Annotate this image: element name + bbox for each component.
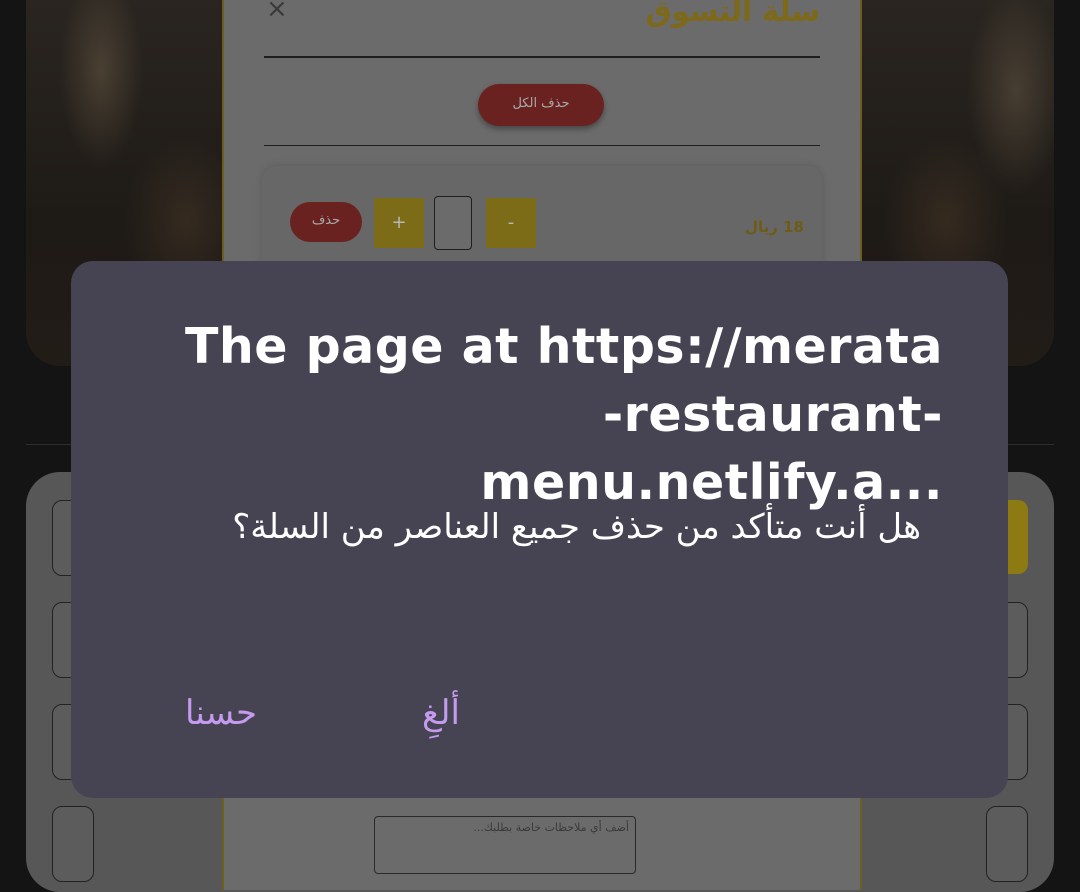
dialog-title-line-1: The page at https://merata [184, 318, 943, 375]
cart-divider [264, 56, 820, 58]
quantity-input[interactable] [434, 196, 472, 250]
clear-all-button[interactable]: حذف الكل [478, 84, 604, 126]
notes-placeholder: أضف أي ملاحظات خاصة بطلبك... [473, 821, 629, 834]
form-field[interactable] [986, 806, 1028, 882]
cancel-button[interactable]: ألغِ [401, 685, 481, 741]
dialog-title: The page at https://merata -restaurant-m… [167, 313, 943, 517]
cart-divider [264, 145, 820, 146]
item-price: 18 ريال [744, 218, 804, 236]
increase-quantity-button[interactable]: + [374, 198, 424, 248]
form-field[interactable] [52, 806, 94, 882]
confirm-dialog: The page at https://merata -restaurant-m… [71, 261, 1008, 798]
order-notes-textarea[interactable]: أضف أي ملاحظات خاصة بطلبك... [374, 816, 636, 874]
ok-button[interactable]: حسنا [173, 685, 269, 741]
cart-title: سلة التسوق [645, 0, 820, 28]
delete-item-button[interactable]: حذف [290, 202, 362, 242]
close-icon[interactable]: × [266, 0, 288, 24]
dialog-message: هل أنت متأكد من حذف جميع العناصر من السل… [232, 507, 921, 547]
decrease-quantity-button[interactable]: - [486, 198, 536, 248]
